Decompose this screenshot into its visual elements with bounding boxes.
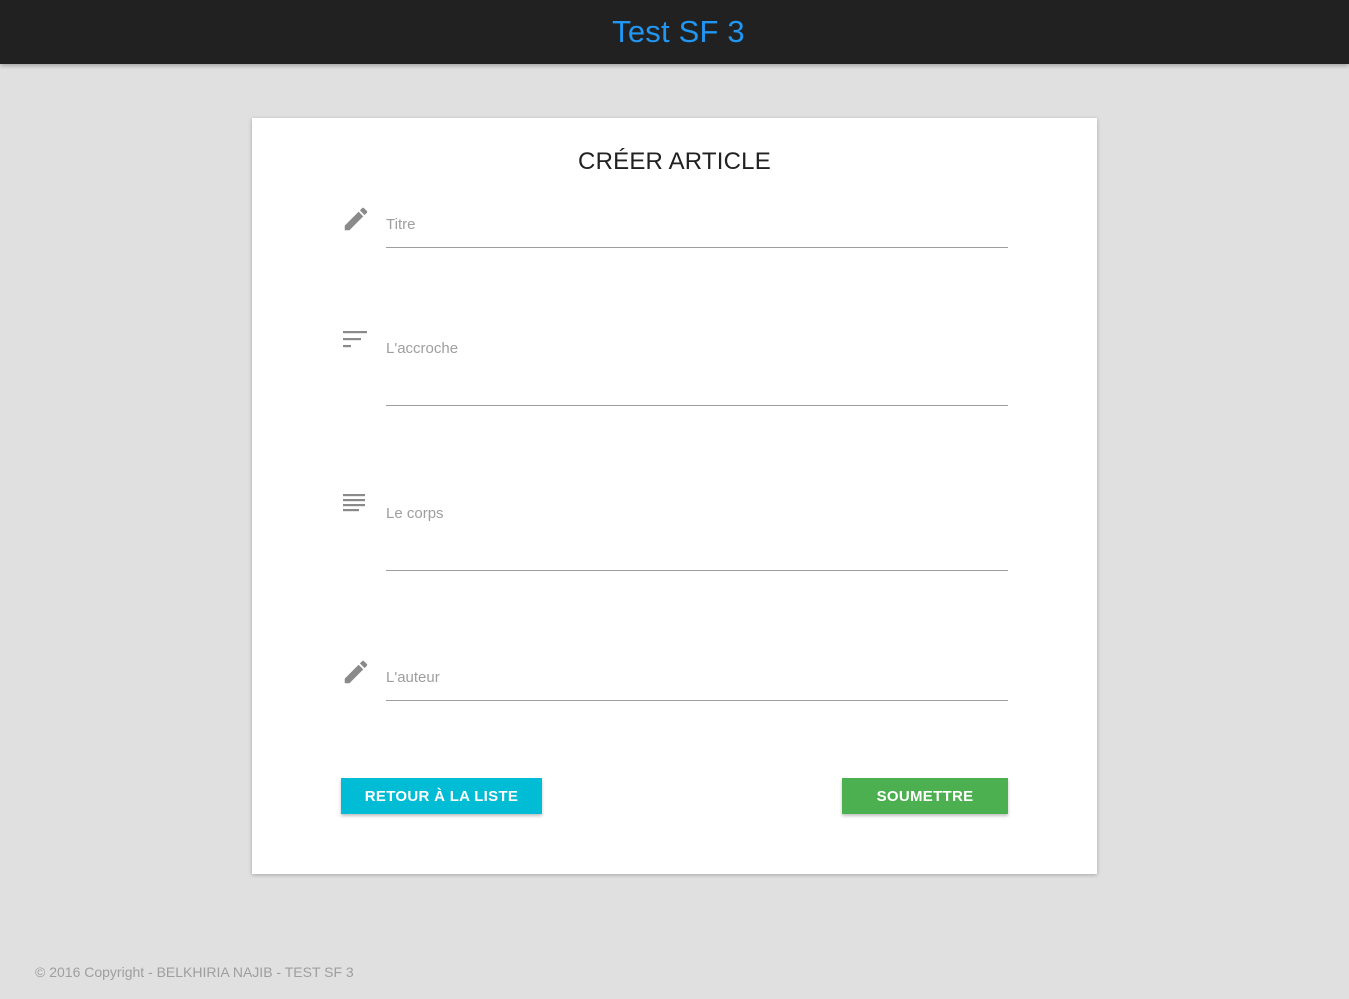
body-underline — [386, 570, 1008, 571]
title-underline — [386, 247, 1008, 248]
author-input[interactable] — [386, 665, 1008, 689]
top-navbar: Test SF 3 — [0, 0, 1349, 64]
teaser-label: L'accroche — [386, 340, 459, 357]
short-text-icon — [341, 328, 371, 358]
create-article-card: CRÉER ARTICLE Titre L'accroche Le corps … — [252, 118, 1097, 874]
teaser-underline — [386, 405, 1008, 406]
footer-copyright: © 2016 Copyright - BELKHIRIA NAJIB - TES… — [35, 964, 354, 980]
submit-button[interactable]: SOUMETTRE — [842, 778, 1008, 814]
body-textarea[interactable] — [386, 533, 1008, 563]
subject-icon — [341, 493, 371, 523]
brand-logo-link[interactable]: Test SF 3 — [612, 14, 745, 50]
page-title: CRÉER ARTICLE — [578, 148, 771, 175]
author-underline — [386, 700, 1008, 701]
body-label: Le corps — [386, 505, 444, 522]
title-field[interactable]: Titre — [341, 204, 1008, 250]
teaser-field[interactable]: L'accroche — [341, 328, 1008, 408]
title-input[interactable] — [386, 212, 1008, 236]
back-to-list-button[interactable]: RETOUR À LA LISTE — [341, 778, 542, 814]
teaser-textarea[interactable] — [386, 368, 1008, 398]
author-field[interactable]: L'auteur — [341, 657, 1008, 703]
pencil-icon — [341, 204, 371, 234]
body-field[interactable]: Le corps — [341, 493, 1008, 573]
pencil-icon — [341, 657, 371, 687]
